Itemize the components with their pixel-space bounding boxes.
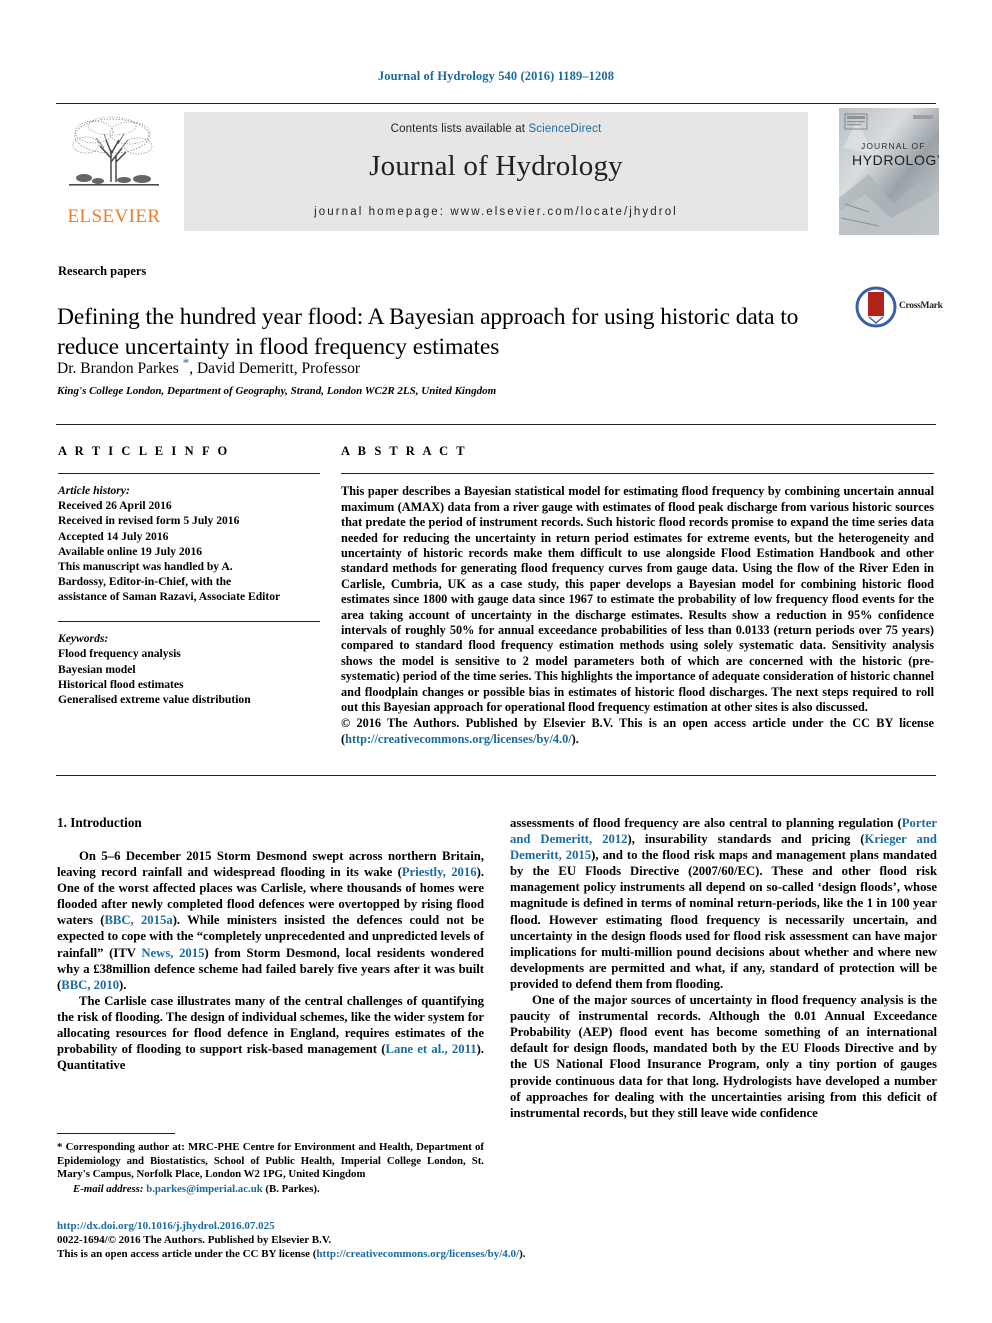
email-label: E-mail address: [73,1182,144,1195]
cover-title-line2: HYDROLOGY [852,152,939,168]
citation-link[interactable]: BBC, 2015a [104,913,172,927]
keywords-block: Keywords: Flood frequency analysis Bayes… [58,631,320,706]
license-line: This is an open access article under the… [57,1247,697,1261]
history-item: Accepted 14 July 2016 [58,529,169,543]
article-info-column: A R T I C L E I N F O Article history: R… [58,425,320,707]
keyword-item: Flood frequency analysis [58,647,181,661]
history-item: assistance of Saman Razavi, Associate Ed… [58,589,281,603]
citation-link[interactable]: Lane et al., 2011 [386,1042,477,1056]
journal-masthead: ELSEVIER Contents lists available at Sci… [56,103,939,237]
abstract-copyright: © 2016 The Authors. Published by Elsevie… [341,716,934,747]
info-divider [58,473,320,475]
citation-link[interactable]: BBC, 2010 [61,978,119,992]
email-link[interactable]: b.parkes@imperial.ac.uk [146,1183,263,1195]
keywords-divider [58,621,320,623]
page-footer: http://dx.doi.org/10.1016/j.jhydrol.2016… [57,1219,697,1262]
author-primary: Dr. Brandon Parkes [57,360,183,378]
body-column-left: 1. Introduction On 5–6 December 2015 Sto… [57,815,484,1073]
keyword-item: Generalised extreme value distribution [58,692,251,706]
journal-cover-thumbnail: JOURNAL OF HYDROLOGY [839,108,939,235]
cover-title-line1: JOURNAL OF [861,141,926,151]
article-info-heading: A R T I C L E I N F O [58,444,230,458]
sciencedirect-link[interactable]: ScienceDirect [528,123,601,135]
journal-cover-svg: JOURNAL OF HYDROLOGY [839,108,939,235]
footnote-divider [57,1133,175,1135]
contents-available-line: Contents lists available at ScienceDirec… [184,123,808,135]
crossmark-label: CrossMark [899,301,943,311]
intro-paragraph-2: The Carlisle case illustrates many of th… [57,993,484,1073]
issn-copyright-line: 0022-1694/© 2016 The Authors. Published … [57,1234,332,1247]
email-owner: (B. Parkes). [265,1182,320,1195]
crossmark-icon [855,286,897,328]
citation-link[interactable]: Priestly, 2016 [402,865,477,879]
para-text: ), and to the flood risk maps and manage… [510,848,937,991]
cc-license-link[interactable]: http://creativecommons.org/licenses/by/4… [345,732,572,746]
copyright-suffix: ). [571,731,579,746]
author-list: Dr. Brandon Parkes *, David Demeritt, Pr… [57,355,857,378]
intro-paragraph-4: One of the major sources of uncertainty … [510,993,937,1120]
abstract-text: This paper describes a Bayesian statisti… [341,484,934,747]
abstract-heading: A B S T R A C T [341,444,468,458]
body-column-right: assessments of flood frequency are also … [510,815,937,1121]
article-history-block: Article history: Received 26 April 2016 … [58,483,320,604]
journal-homepage-link[interactable]: journal homepage: www.elsevier.com/locat… [184,206,808,218]
doi-link[interactable]: http://dx.doi.org/10.1016/j.jhydrol.2016… [57,1219,697,1233]
para-text: ), insurability standards and pricing ( [627,832,865,847]
history-item: Received in revised form 5 July 2016 [58,514,240,528]
license-prefix: This is an open access article under the… [57,1248,317,1261]
running-head: Journal of Hydrology 540 (2016) 1189–120… [377,69,615,83]
license-suffix: ). [519,1248,526,1261]
keyword-item: Bayesian model [58,662,136,676]
abstract-divider [341,473,934,475]
cc-license-footer-link[interactable]: http://creativecommons.org/licenses/by/4… [316,1248,519,1260]
author-affiliation: King's College London, Department of Geo… [57,385,497,397]
elsevier-tree-icon [64,112,164,200]
history-item: Bardossy, Editor-in-Chief, with the [58,574,232,588]
intro-heading: 1. Introduction [57,815,142,830]
corresponding-author-footnote: * Corresponding author at: MRC-PHE Centr… [57,1133,484,1196]
elsevier-logo: ELSEVIER [58,112,170,230]
author-secondary: , David Demeritt, Professor [189,360,361,378]
citation-link[interactable]: News, 2015 [141,946,204,960]
journal-title: Journal of Hydrology [369,150,623,182]
crossmark-badge[interactable]: CrossMark [855,286,951,332]
article-history-label: Article history: [58,484,130,498]
journal-header-band: Contents lists available at ScienceDirec… [184,112,808,231]
para-text: assessments of flood frequency are also … [510,816,902,830]
keyword-item: Historical flood estimates [58,677,184,691]
article-section-label: Research papers [58,264,147,278]
keywords-label: Keywords: [58,632,109,646]
footnote-email-line: E-mail address: b.parkes@imperial.ac.uk … [57,1183,484,1197]
elsevier-tree-svg [69,116,159,186]
abstract-column: A B S T R A C T This paper describes a B… [341,425,934,747]
journal-article-page: Journal of Hydrology 540 (2016) 1189–120… [0,0,992,1323]
abstract-paragraph: This paper describes a Bayesian statisti… [341,484,934,714]
history-item: This manuscript was handled by A. [58,559,233,573]
page-title: Defining the hundred year flood: A Bayes… [57,303,799,360]
intro-paragraph-1: On 5–6 December 2015 Storm Desmond swept… [57,848,484,993]
info-abstract-region: A R T I C L E I N F O Article history: R… [56,424,936,776]
intro-paragraph-3: assessments of flood frequency are also … [510,815,937,992]
contents-prefix: Contents lists available at [390,123,529,135]
footnote-address: * Corresponding author at: MRC-PHE Centr… [57,1141,484,1181]
history-item: Received 26 April 2016 [58,499,172,513]
elsevier-wordmark: ELSEVIER [67,206,161,227]
para-text: ). [119,977,127,992]
history-item: Available online 19 July 2016 [58,544,203,558]
